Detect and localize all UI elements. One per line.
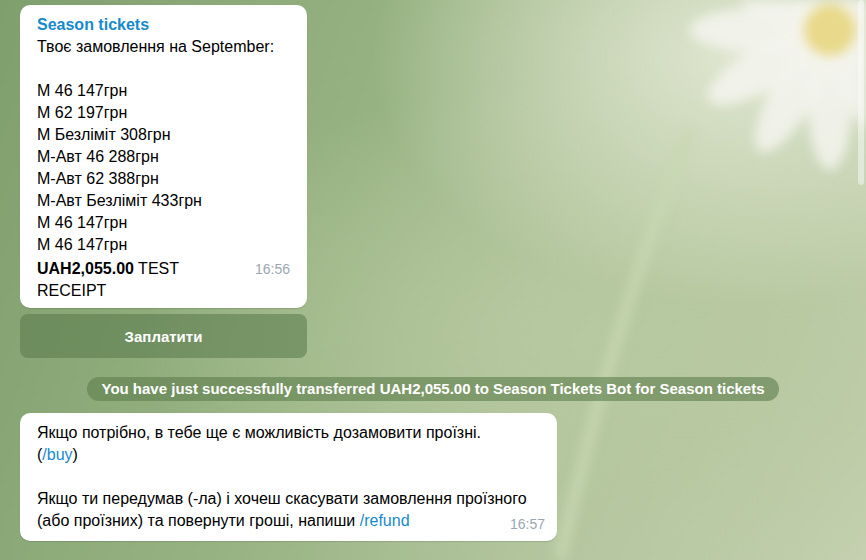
- message-line: Якщо ти передумав (-ла) і хочеш скасуват…: [37, 488, 540, 532]
- bot-message: Якщо потрібно, в тебе ще є можливість до…: [20, 413, 557, 541]
- invoice-item: М-Авт 62 388грн: [37, 168, 290, 190]
- chat-window: Season ticketsТвоє замовлення на Septemb…: [0, 0, 866, 560]
- invoice-total: UAH2,055.00 TEST RECEIPT16:56: [37, 258, 290, 302]
- invoice-item: М Безліміт 308грн: [37, 124, 290, 146]
- message-time: 16:57: [510, 513, 545, 535]
- service-message: You have just successfully transferred U…: [87, 377, 778, 401]
- pay-button[interactable]: Заплатити: [20, 314, 307, 358]
- invoice-item: М 46 147грн: [37, 234, 290, 256]
- invoice-item: М-Авт 46 288грн: [37, 146, 290, 168]
- invoice-intro: Твоє замовлення на September:: [37, 36, 290, 58]
- invoice-item: М 62 197грн: [37, 102, 290, 124]
- scrollbar[interactable]: [858, 0, 864, 185]
- invoice-message: Season ticketsТвоє замовлення на Septemb…: [20, 5, 307, 308]
- total-amount: UAH2,055.00: [37, 260, 134, 277]
- service-row: You have just successfully transferred U…: [20, 377, 846, 401]
- invoice-item: М 46 147грн: [37, 212, 290, 234]
- message-time: 16:56: [255, 258, 290, 280]
- message-list: Season ticketsТвоє замовлення на Septemb…: [0, 0, 866, 541]
- message-line: (/buy): [37, 444, 540, 466]
- command-link[interactable]: /refund: [360, 512, 410, 529]
- invoice-item: М-Авт Безліміт 433грн: [37, 190, 290, 212]
- invoice-item: М 46 147грн: [37, 80, 290, 102]
- invoice-title: Season tickets: [37, 14, 290, 36]
- command-link[interactable]: /buy: [42, 446, 72, 463]
- message-line: Якщо потрібно, в тебе ще є можливість до…: [37, 422, 540, 444]
